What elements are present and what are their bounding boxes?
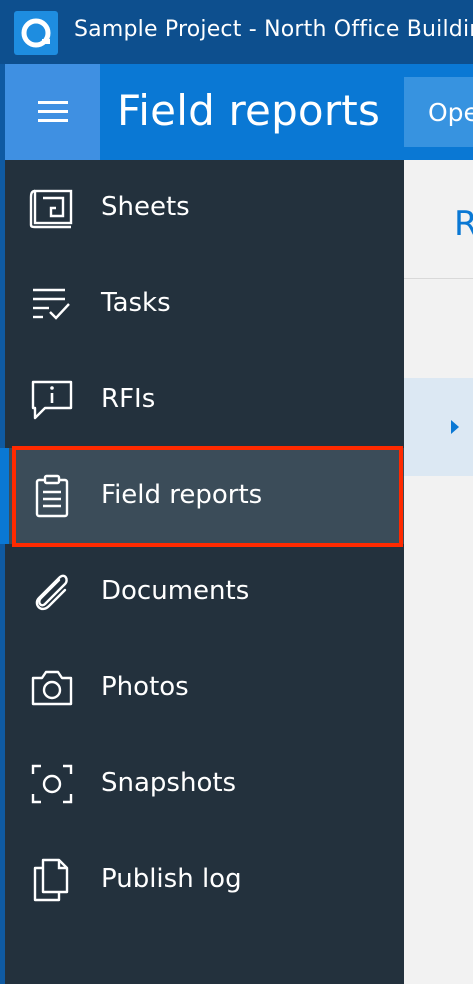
camera-icon [31, 670, 73, 706]
sidebar-item-label: Publish log [101, 864, 242, 894]
hamburger-menu-button[interactable] [5, 64, 100, 160]
sidebar-item-rfis[interactable]: RFIs [5, 352, 404, 448]
app-header: Field reports Open [5, 64, 473, 160]
expand-caret-icon[interactable] [451, 420, 459, 434]
sidebar-item-label: Sheets [101, 192, 190, 222]
sidebar-item-label: Photos [101, 672, 189, 702]
sidebar-item-label: RFIs [101, 384, 156, 414]
selected-indicator [0, 448, 9, 544]
sidebar-item-label: Tasks [101, 288, 171, 318]
sidebar-item-photos[interactable]: Photos [5, 640, 404, 736]
open-button-label: Open [428, 98, 473, 127]
hamburger-icon [37, 101, 68, 122]
publish-log-icon [33, 858, 69, 902]
field-reports-icon [35, 474, 69, 518]
rfis-icon [31, 380, 73, 420]
sidebar-item-field-reports[interactable]: Field reports [0, 448, 404, 544]
sidebar-item-documents[interactable]: Documents [5, 544, 404, 640]
sidebar-item-sheets[interactable]: Sheets [5, 160, 404, 256]
content-heading: Reports [454, 204, 473, 244]
main-content: Reports [404, 160, 473, 984]
snapshot-icon [31, 764, 73, 804]
window-title: Sample Project - North Office Building [74, 17, 473, 42]
sidebar-item-label: Field reports [101, 480, 263, 510]
page-title: Field reports [117, 86, 381, 135]
sidebar-item-publish-log[interactable]: Publish log [5, 832, 404, 928]
window-title-bar: Sample Project - North Office Building [0, 0, 473, 64]
paperclip-icon [35, 574, 68, 611]
tasks-icon [33, 288, 70, 320]
report-row[interactable] [404, 378, 473, 476]
sidebar-item-tasks[interactable]: Tasks [5, 256, 404, 352]
content-divider [404, 278, 473, 279]
sidebar-item-label: Snapshots [101, 768, 237, 798]
sidebar-nav: Sheets Tasks RFIs Field reports Document… [0, 160, 404, 984]
sidebar-item-label: Documents [101, 576, 250, 606]
sheets-icon [29, 189, 73, 229]
app-logo-icon [14, 11, 58, 55]
sidebar-item-snapshots[interactable]: Snapshots [5, 736, 404, 832]
open-button[interactable]: Open [404, 77, 473, 147]
